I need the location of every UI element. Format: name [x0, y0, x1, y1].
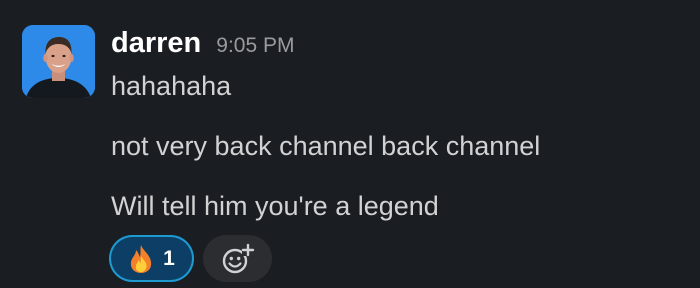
message: darren 9:05 PM hahahaha not very back ch… [0, 0, 700, 288]
message-line: not very back channel back channel [111, 131, 541, 161]
message-line: hahahaha [111, 71, 232, 101]
add-reaction-button[interactable] [203, 235, 272, 282]
message-header: darren 9:05 PM [111, 26, 294, 60]
message-timestamp[interactable]: 9:05 PM [216, 34, 294, 58]
avatar-photo [22, 25, 95, 98]
avatar[interactable] [22, 25, 95, 98]
fire-icon [131, 244, 152, 273]
add-emoji-icon [222, 243, 254, 273]
sender-name[interactable]: darren [111, 26, 201, 60]
reaction-fire[interactable]: 1 [109, 235, 194, 282]
message-line: Will tell him you're a legend [111, 191, 439, 221]
reaction-count: 1 [163, 246, 175, 270]
